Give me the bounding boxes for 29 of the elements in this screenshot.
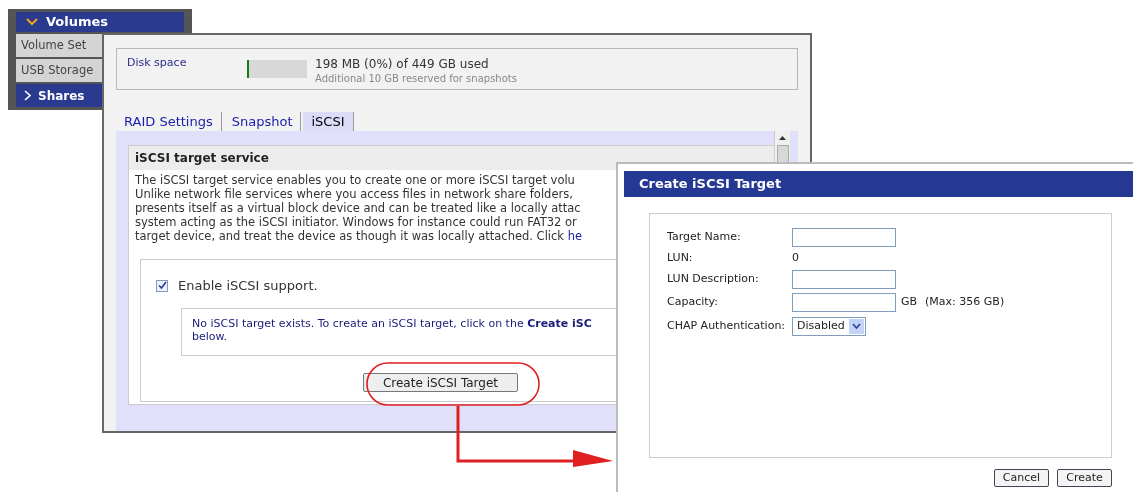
text-input[interactable] [792,227,896,247]
snapshot-reserve-note: Additional 10 GB reserved for snapshots [315,73,517,85]
checkbox[interactable] [156,279,168,292]
dialog-button[interactable]: Cancel [994,469,1049,487]
section-title: iSCSI target service [129,146,777,170]
chevron-icon [24,90,31,101]
create-target-button[interactable]: Create iSCSI Target [363,372,518,392]
help-link[interactable]: he [567,229,583,243]
disk-usage-text: 198 MB (0%) of 449 GB used [315,56,490,73]
sidebar-item[interactable]: Volume Set [16,34,102,57]
max-capacity-note: (Max: 356 GB) [925,293,1005,310]
tab[interactable]: iSCSI [303,112,354,131]
checkbox-label: Enable iSCSI support. [178,277,318,295]
sidebar-item[interactable]: Shares [16,84,102,107]
field-label: LUN: [667,249,694,266]
field-label: Capacity: [667,293,719,310]
disk-space-label: Disk space [127,55,188,71]
field-label: LUN Description: [667,270,760,287]
text-input[interactable] [792,292,896,312]
dialog-button[interactable]: Create [1057,469,1112,487]
field-label: Target Name: [667,228,742,245]
sidebar-item[interactable]: USB Storage [16,59,102,82]
dialog-title-bar: Create iSCSI Target [624,171,1133,197]
unit-label: GB [901,293,918,310]
sidebar-header[interactable]: Volumes [16,12,184,32]
caret-icon [848,318,864,334]
field-value: 0 [792,249,799,266]
dropdown[interactable]: Disabled [792,316,866,336]
text-input[interactable] [792,269,896,289]
